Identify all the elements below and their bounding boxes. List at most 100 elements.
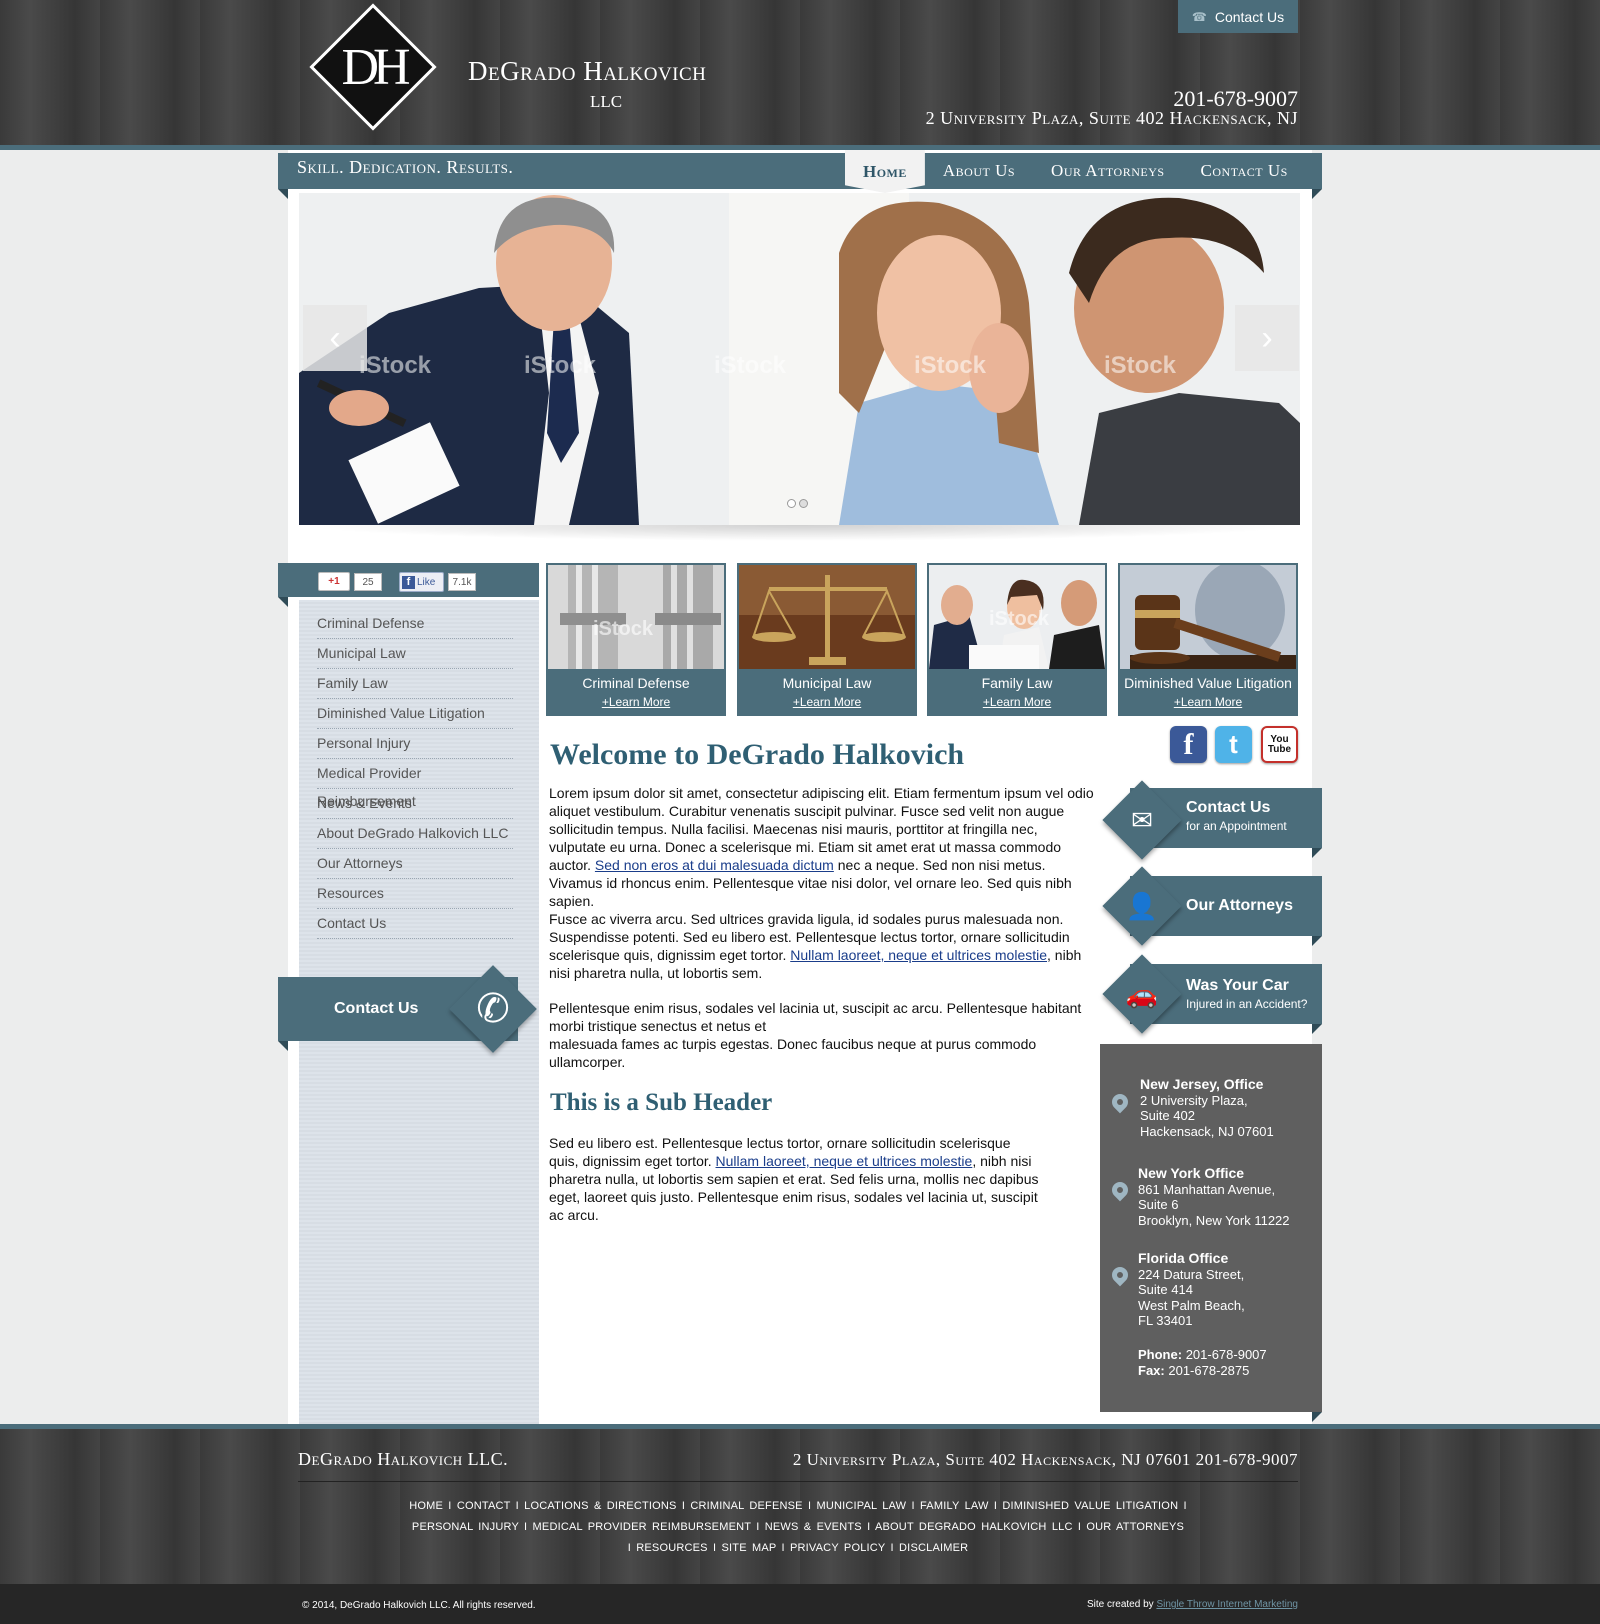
google-plus-count: 25 xyxy=(354,573,382,591)
phone-handset-icon: ✆ xyxy=(476,987,510,1031)
practice-card-municipal-law[interactable]: Municipal Law +Learn More xyxy=(737,563,917,716)
office-line: West Palm Beach, xyxy=(1138,1297,1245,1313)
facebook-like-label: Like xyxy=(417,576,436,588)
hero-slider: iStock iStock iStock iStock iStock ‹ › xyxy=(299,193,1300,525)
nav-our-attorneys[interactable]: Our Attorneys xyxy=(1033,153,1183,189)
fax-value: 201-678-2875 xyxy=(1168,1362,1250,1378)
slider-prev-button[interactable]: ‹ xyxy=(303,305,367,371)
top-contact-label: Contact Us xyxy=(1214,8,1285,25)
office-line: Suite 402 xyxy=(1140,1108,1195,1123)
main-nav: Home About Us Our Attorneys Contact Us xyxy=(845,150,1306,196)
practice-card-diminished-value[interactable]: Diminished Value Litigation +Learn More xyxy=(1118,563,1298,716)
paragraph-2: Fusce ac viverra arcu. Sed ultrices grav… xyxy=(549,910,1094,982)
bottom-bar xyxy=(0,1584,1600,1624)
gavel-image xyxy=(1120,565,1296,669)
google-plus-icon: +1 xyxy=(328,576,340,587)
phone-label: Phone: xyxy=(1138,1347,1183,1362)
sidebar-item-municipal-law[interactable]: Municipal Law xyxy=(317,639,513,669)
sidebar-item-medical-provider[interactable]: Medical Provider Reimbursement xyxy=(317,759,513,809)
youtube-icon[interactable]: You Tube xyxy=(1261,726,1298,763)
practice-card-family-law[interactable]: iStock Family Law +Learn More xyxy=(927,563,1107,716)
nav-about-us[interactable]: About Us xyxy=(925,153,1033,189)
office-line: 861 Manhattan Avenue, xyxy=(1138,1181,1276,1197)
header-address: 2 University Plaza, Suite 402 Hackensack… xyxy=(925,108,1298,128)
chevron-left-icon: ‹ xyxy=(329,318,341,357)
facebook-icon[interactable]: f xyxy=(1170,726,1207,763)
sidebar-item-family-law[interactable]: Family Law xyxy=(317,669,513,699)
page-title: Welcome to DeGrado Halkovich xyxy=(550,738,965,771)
slider-next-button[interactable]: › xyxy=(1235,305,1299,371)
office-line: Suite 414 xyxy=(1138,1282,1193,1297)
envelope-icon: ✉ xyxy=(1131,804,1153,835)
practice-card-criminal-defense[interactable]: iStock Criminal Defense +Learn More xyxy=(546,563,726,716)
cta-subtitle: Injured in an Accident? xyxy=(1186,997,1308,1011)
office-name: New York Office xyxy=(1138,1165,1245,1181)
office-line: 2 University Plaza, xyxy=(1140,1092,1248,1108)
office-line: 224 Datura Street, xyxy=(1138,1266,1245,1282)
footer-links-row[interactable]: HOME I CONTACT I LOCATIONS & DIRECTIONS … xyxy=(298,1500,1298,1512)
map-pin-icon xyxy=(1108,1090,1132,1114)
sidebar-item-personal-injury[interactable]: Personal Injury xyxy=(317,729,513,759)
paragraph-1: Lorem ipsum dolor sit amet, consectetur … xyxy=(549,784,1094,910)
practice-title: Criminal Defense xyxy=(582,675,690,691)
inline-link[interactable]: Sed non eros at dui malesuada dictum xyxy=(595,857,834,873)
inline-link[interactable]: Nullam laoreet, neque et ultrices molest… xyxy=(716,1153,973,1169)
footer-links-row[interactable]: PERSONAL INJURY I MEDICAL PROVIDER REIMB… xyxy=(298,1521,1298,1533)
paragraph-text: malesuada fames ac turpis egestas. Donec… xyxy=(549,1036,1037,1070)
logo-initials: DH xyxy=(341,39,410,96)
sidebar-item-about[interactable]: About DeGrado Halkovich LLC xyxy=(317,819,513,849)
ribbon-fold xyxy=(278,189,288,199)
ribbon-fold xyxy=(1312,1412,1322,1422)
sidebar-item-diminished-value[interactable]: Diminished Value Litigation xyxy=(317,699,513,729)
top-contact-button[interactable]: ☎ Contact Us xyxy=(1178,0,1298,33)
office-contact-numbers: Phone: 201-678-9007 Fax: 201-678-2875 xyxy=(1138,1347,1267,1378)
nav-home[interactable]: Home xyxy=(845,150,925,193)
learn-more-link[interactable]: +Learn More xyxy=(737,695,917,709)
family-image: iStock xyxy=(929,565,1105,669)
site-header xyxy=(0,0,1600,150)
slider-dot[interactable] xyxy=(787,499,796,508)
sidebar-item-our-attorneys[interactable]: Our Attorneys xyxy=(317,849,513,879)
cta-subtitle: for an Appointment xyxy=(1186,819,1287,833)
slider-dots xyxy=(787,499,808,508)
ribbon-fold xyxy=(1312,189,1322,199)
phone-value: 201-678-9007 xyxy=(1185,1347,1267,1362)
slide-watermark: iStock xyxy=(714,352,787,379)
sidebar-item-criminal-defense[interactable]: Criminal Defense xyxy=(317,609,513,639)
chevron-right-icon: › xyxy=(1261,318,1273,357)
paragraph-3: Pellentesque enim risus, sodales vel lac… xyxy=(549,999,1094,1071)
copyright: © 2014, DeGrado Halkovich LLC. All right… xyxy=(302,1600,536,1611)
footer-links-row[interactable]: I RESOURCES I SITE MAP I PRIVACY POLICY … xyxy=(298,1542,1298,1554)
learn-more-link[interactable]: +Learn More xyxy=(927,695,1107,709)
slide-watermark: iStock xyxy=(1104,352,1177,379)
google-plus-button[interactable]: +1 xyxy=(318,572,350,591)
columns-image: iStock xyxy=(548,565,724,669)
facebook-like-count: 7.1k xyxy=(448,573,476,591)
footer-address: 2 University Plaza, Suite 402 Hackensack… xyxy=(792,1450,1298,1469)
facebook-like-button[interactable]: f Like xyxy=(399,572,444,592)
nav-contact-us[interactable]: Contact Us xyxy=(1183,153,1306,189)
slider-dot[interactable] xyxy=(799,499,808,508)
learn-more-link[interactable]: +Learn More xyxy=(546,695,726,709)
logo-name[interactable]: DeGrado Halkovich xyxy=(468,56,748,86)
office-new-york: New York Office 861 Manhattan Avenue, Su… xyxy=(1138,1165,1290,1228)
hero-image: iStock iStock iStock iStock iStock xyxy=(299,193,1300,525)
ribbon-fold xyxy=(1312,848,1322,858)
sidebar-item-resources[interactable]: Resources xyxy=(317,879,513,909)
office-name: New Jersey, Office xyxy=(1140,1076,1264,1092)
twitter-icon[interactable]: t xyxy=(1215,726,1252,763)
paragraph-text: Pellentesque enim risus, sodales vel lac… xyxy=(549,1000,1082,1034)
credit-label: Site created by xyxy=(1086,1599,1154,1610)
phone-line: Phone: 201-678-9007 xyxy=(1138,1347,1267,1363)
slide-watermark: iStock xyxy=(359,352,432,379)
fax-line: Fax: 201-678-2875 xyxy=(1138,1363,1267,1379)
sidebar-item-contact-us[interactable]: Contact Us xyxy=(317,909,513,939)
inline-link[interactable]: Nullam laoreet, neque et ultrices molest… xyxy=(790,947,1047,963)
car-crash-icon: 🚗 xyxy=(1125,978,1159,1009)
footer-firm-name: DeGrado Halkovich LLC. xyxy=(298,1449,509,1469)
learn-more-link[interactable]: +Learn More xyxy=(1118,695,1298,709)
credit-link[interactable]: Single Throw Internet Marketing xyxy=(1156,1599,1298,1610)
map-pin-icon xyxy=(1108,1263,1132,1287)
practice-title: Diminished Value Litigation xyxy=(1124,675,1292,691)
slider-shadow xyxy=(299,525,1300,541)
